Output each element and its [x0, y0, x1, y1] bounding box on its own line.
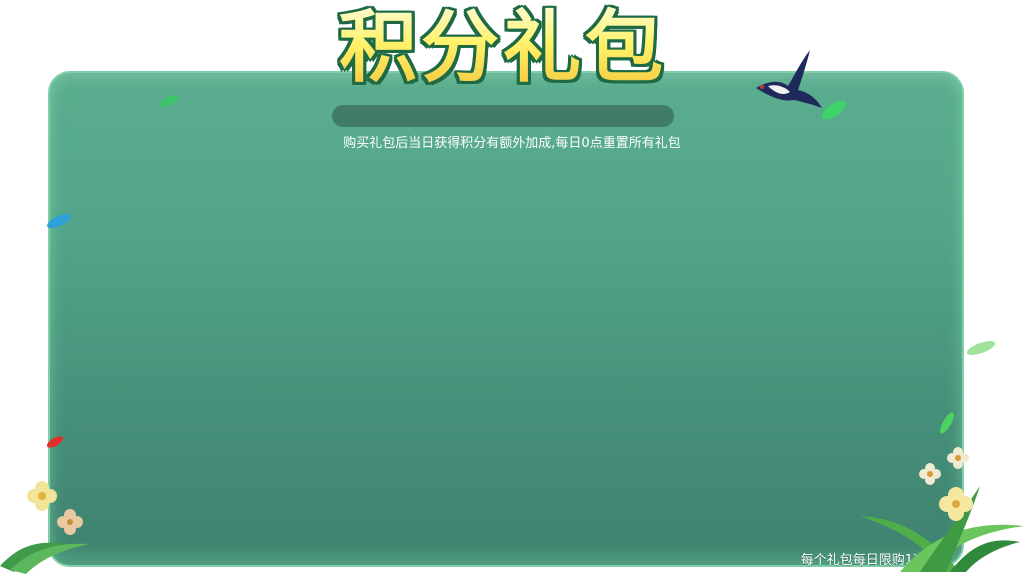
- subtitle-text: 购买礼包后当日获得积分有额外加成,每日0点重置所有礼包: [343, 136, 681, 151]
- page-title: 积分礼包: [328, 0, 678, 96]
- leaf-icon: [46, 436, 64, 448]
- leaf-icon: [47, 213, 71, 229]
- flower-icon: [0, 481, 90, 574]
- leaf-icon: [966, 341, 996, 355]
- leaf-icon: [940, 412, 954, 434]
- leaf-icon: [159, 95, 179, 107]
- grass-icon: [860, 447, 1024, 572]
- leaf-icon: [822, 100, 846, 120]
- subtitle-bar: [332, 105, 674, 127]
